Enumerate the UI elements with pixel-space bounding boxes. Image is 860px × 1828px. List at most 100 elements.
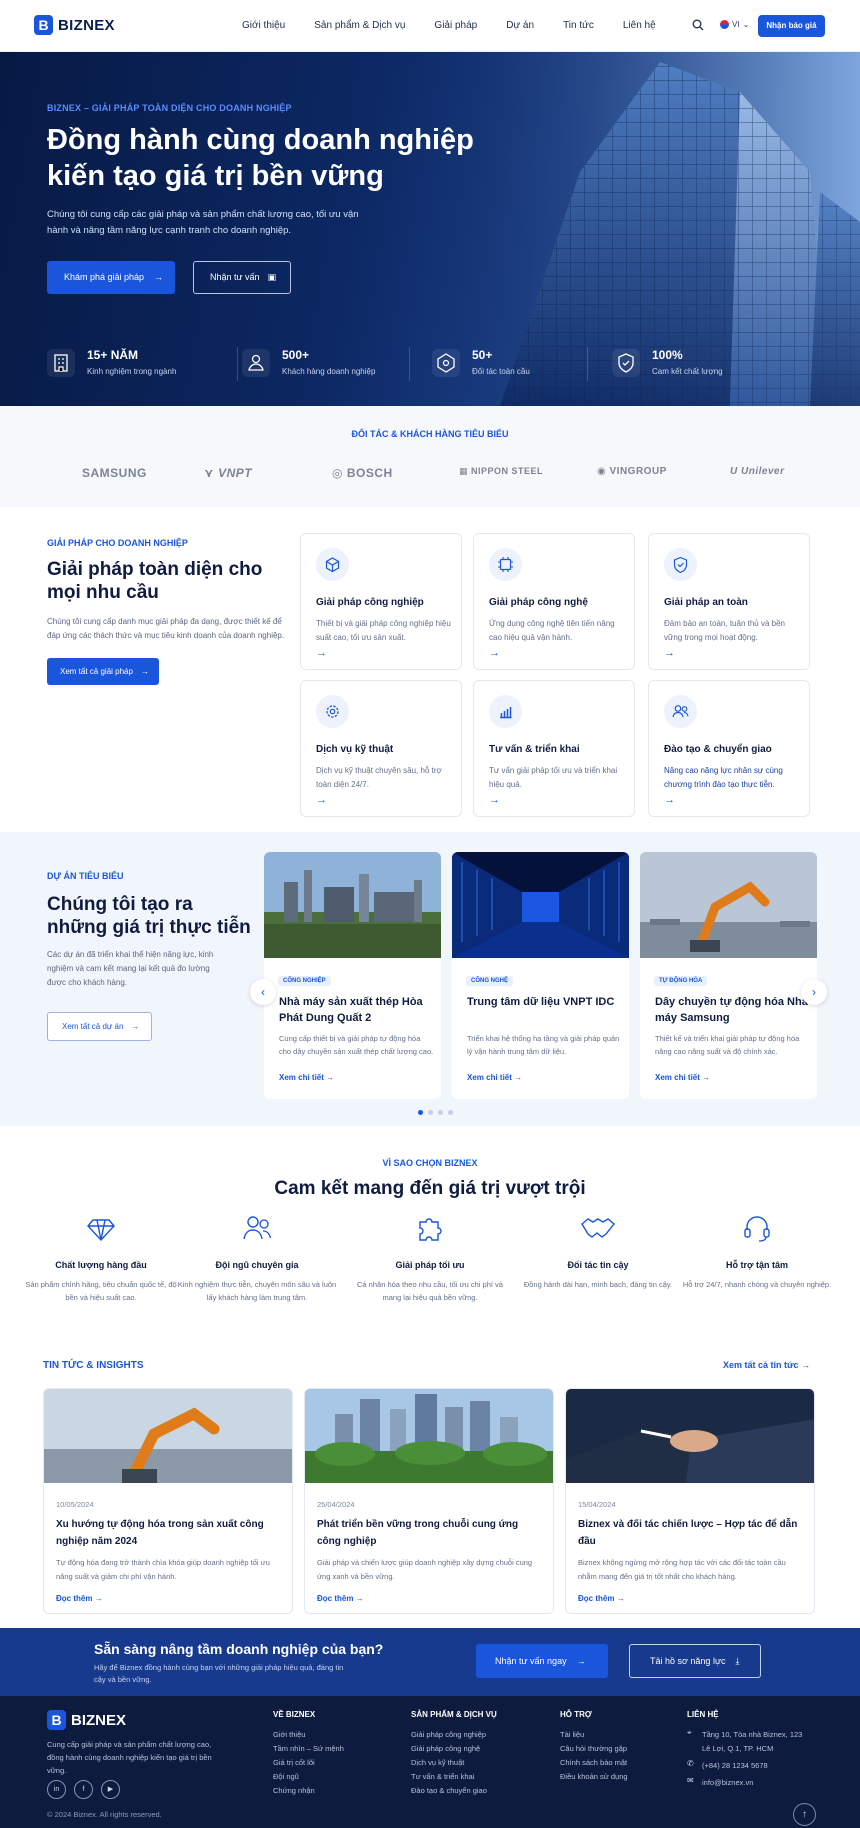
project-link[interactable]: Xem chi tiết →	[655, 1073, 710, 1082]
footer-link[interactable]: Đội ngũ	[273, 1770, 344, 1784]
footer-link[interactable]: Tầm nhìn – Sứ mệnh	[273, 1742, 344, 1756]
view-all-projects-button[interactable]: Xem tất cả dự án →	[47, 1012, 152, 1041]
read-more-link[interactable]: Đọc thêm →	[317, 1594, 364, 1603]
nav-item-news[interactable]: Tin tức	[563, 20, 594, 31]
news-date: 15/04/2024	[578, 1500, 616, 1509]
carousel-prev-button[interactable]: ‹	[250, 979, 276, 1005]
read-more-link[interactable]: Đọc thêm →	[56, 1594, 103, 1603]
footer-link[interactable]: Điều khoản sử dụng	[560, 1770, 628, 1784]
card-desc: Thiết bị và giải pháp công nghiệp hiệu s…	[316, 619, 451, 642]
download-profile-button[interactable]: Tải hồ sơ năng lực ⤓	[629, 1644, 761, 1678]
link-label: Xem tất cả tin tức	[723, 1360, 799, 1370]
carousel-dot[interactable]	[448, 1110, 453, 1115]
hero-title: Đồng hành cùng doanh nghiệp kiến tạo giá…	[47, 124, 474, 192]
brand-logo[interactable]: B BIZNEX	[34, 15, 115, 35]
solution-card-consulting[interactable]: Tư vấn & triển khai Tư vấn giải pháp tối…	[473, 680, 635, 817]
footer-link[interactable]: Dịch vụ kỹ thuật	[411, 1756, 497, 1770]
arrow-right-icon[interactable]: →	[489, 647, 500, 659]
contact-email[interactable]: ✉ info@biznex.vn	[687, 1776, 812, 1790]
footer-link[interactable]: Chính sách bảo mật	[560, 1756, 628, 1770]
solution-card-training[interactable]: Đào tạo & chuyển giao Nâng cao năng lực …	[648, 680, 810, 817]
arrow-right-icon[interactable]: →	[664, 794, 675, 806]
footer-logo[interactable]: B BIZNEX	[47, 1710, 126, 1730]
youtube-icon[interactable]: ▶	[101, 1780, 120, 1799]
project-card[interactable]: CÔNG NGHIỆP Nhà máy sản xuất thép Hòa Ph…	[264, 852, 441, 1099]
arrow-right-icon[interactable]: →	[316, 647, 327, 659]
solution-card-industrial[interactable]: Giải pháp công nghiệp Thiết bị và giải p…	[300, 533, 462, 670]
headset-icon	[744, 1216, 770, 1242]
read-more-link[interactable]: Đọc thêm →	[578, 1594, 625, 1603]
news-card[interactable]: 25/04/2024 Phát triển bền vững trong chu…	[304, 1388, 554, 1614]
arrow-right-icon[interactable]: →	[316, 794, 327, 806]
footer-col-about: VỀ BIZNEX Giới thiệu Tầm nhìn – Sứ mệnh …	[273, 1710, 344, 1798]
nav-item-products[interactable]: Sản phẩm & Dịch vụ	[314, 20, 405, 31]
carousel-next-button[interactable]: ›	[801, 979, 827, 1005]
arrow-right-icon[interactable]: →	[489, 794, 500, 806]
footer-link[interactable]: Giá trị cốt lõi	[273, 1756, 344, 1770]
footer-link[interactable]: Tư vấn & triển khai	[411, 1770, 497, 1784]
partner-logo-bosch: ◎ BOSCH	[332, 466, 393, 480]
nav-item-about[interactable]: Giới thiệu	[242, 20, 285, 31]
news-title: Xu hướng tự động hóa trong sản xuất công…	[56, 1519, 264, 1547]
footer-link[interactable]: Giới thiệu	[273, 1728, 344, 1742]
nav-item-solutions[interactable]: Giải pháp	[434, 20, 477, 31]
footer-link[interactable]: Giải pháp công nghiệp	[411, 1728, 497, 1742]
cube-icon	[316, 548, 349, 581]
stat-divider	[237, 347, 238, 381]
feature-solution: Giải pháp tối ưu Cá nhân hóa theo nhu cầ…	[350, 1212, 510, 1304]
unilever-mark-icon: U	[730, 466, 741, 477]
solution-card-technology[interactable]: Giải pháp công nghệ Ứng dụng công nghệ t…	[473, 533, 635, 670]
consult-now-button[interactable]: Nhận tư vấn ngay →	[476, 1644, 608, 1678]
projects-desc: Các dự án đã triển khai thể hiện năng lự…	[47, 950, 214, 987]
news-desc: Tự động hóa đang trở thành chìa khóa giú…	[56, 1558, 270, 1581]
arrow-right-icon: →	[94, 1594, 103, 1603]
news-section: TIN TỨC & INSIGHTS Xem tất cả tin tức → …	[0, 1340, 860, 1628]
linkedin-icon[interactable]: in	[47, 1780, 66, 1799]
solutions-section: GIẢI PHÁP CHO DOANH NGHIỆP Giải pháp toà…	[0, 507, 860, 832]
nav-item-contact[interactable]: Liên hệ	[623, 20, 656, 31]
contact-phone[interactable]: ✆ (+84) 28 1234 5678	[687, 1759, 812, 1773]
partner-logo-text: VNPT	[218, 466, 253, 480]
footer-link[interactable]: Tài liệu	[560, 1728, 628, 1742]
project-link[interactable]: Xem chi tiết →	[467, 1073, 522, 1082]
arrow-right-icon[interactable]: →	[664, 647, 675, 659]
facebook-icon[interactable]: f	[74, 1780, 93, 1799]
search-icon[interactable]	[692, 19, 704, 31]
partner-logo-vnpt: ⋎ VNPT	[204, 466, 252, 480]
arrow-right-icon: →	[702, 1073, 711, 1082]
carousel-dots	[418, 1110, 453, 1115]
news-card[interactable]: 15/04/2024 Biznex và đối tác chiến lược …	[565, 1388, 815, 1614]
footer-link[interactable]: Giải pháp công nghệ	[411, 1742, 497, 1756]
view-all-solutions-button[interactable]: Xem tất cả giải pháp →	[47, 658, 159, 685]
carousel-dot[interactable]	[418, 1110, 423, 1115]
button-label: Nhận tư vấn ngay	[495, 1656, 567, 1666]
footer-link[interactable]: Đào tạo & chuyển giao	[411, 1784, 497, 1798]
arrow-up-icon: ↑	[802, 1809, 807, 1820]
feature-desc: Hỗ trợ 24/7, nhanh chóng và chuyên nghiệ…	[682, 1280, 832, 1289]
site-header: B BIZNEX Giới thiệu Sản phẩm & Dịch vụ G…	[0, 0, 860, 52]
partner-logo-unilever: U Unilever	[730, 466, 784, 477]
footer-link[interactable]: Chứng nhận	[273, 1784, 344, 1798]
carousel-dot[interactable]	[428, 1110, 433, 1115]
view-all-news-link[interactable]: Xem tất cả tin tức →	[723, 1360, 810, 1370]
footer-link[interactable]: Câu hỏi thường gặp	[560, 1742, 628, 1756]
project-card[interactable]: CÔNG NGHỆ Trung tâm dữ liệu VNPT IDC Tri…	[452, 852, 629, 1099]
nav-item-projects[interactable]: Dự án	[506, 20, 534, 31]
project-title: Nhà máy sản xuất thép Hòa Phát Dung Quất…	[279, 996, 423, 1024]
explore-solutions-button[interactable]: Khám phá giải pháp →	[47, 261, 175, 294]
gear-icon	[316, 695, 349, 728]
card-title: Giải pháp công nghiệp	[316, 597, 424, 608]
project-link[interactable]: Xem chi tiết →	[279, 1073, 334, 1082]
solution-card-engineering[interactable]: Dịch vụ kỹ thuật Dịch vụ kỹ thuật chuyên…	[300, 680, 462, 817]
feature-team: Đội ngũ chuyên gia Kinh nghiệm thực tiễn…	[177, 1212, 337, 1304]
project-card[interactable]: TỰ ĐỘNG HÓA Dây chuyền tự động hóa Nhà m…	[640, 852, 817, 1099]
get-consultation-button[interactable]: Nhận tư vấn ▣	[193, 261, 291, 294]
solution-card-safety[interactable]: Giải pháp an toàn Đảm bảo an toàn, tuân …	[648, 533, 810, 670]
partner-logo-text: Unilever	[741, 466, 785, 477]
get-quote-button[interactable]: Nhận báo giá	[758, 15, 825, 37]
scroll-to-top-button[interactable]: ↑	[793, 1803, 816, 1826]
language-selector[interactable]: VI ⌄	[720, 20, 749, 29]
news-card[interactable]: 10/05/2024 Xu hướng tự động hóa trong sả…	[43, 1388, 293, 1614]
arrow-right-icon: →	[576, 1656, 586, 1666]
carousel-dot[interactable]	[438, 1110, 443, 1115]
